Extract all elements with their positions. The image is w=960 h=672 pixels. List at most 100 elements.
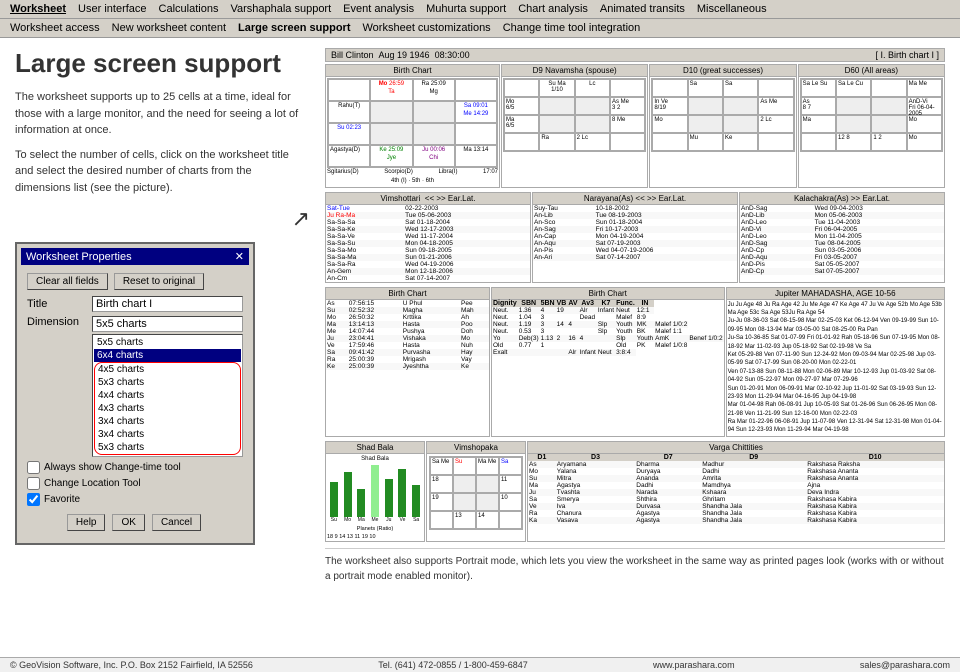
cell-r2c2-center bbox=[370, 101, 412, 123]
cell-r4c2: Ke 25:09Jye bbox=[370, 145, 412, 167]
clinton-name: Bill Clinton Aug 19 1946 08:30:00 bbox=[331, 50, 470, 60]
dasha-text: Ju Ju Age 48 Ju Ra Age 42 Ju Me Age 47 K… bbox=[727, 300, 944, 436]
sub-access[interactable]: Worksheet access bbox=[4, 21, 106, 35]
dimension-option-5x5[interactable]: 5x5 charts bbox=[94, 336, 241, 349]
d10-chart: D10 (great successes) Sa Sa In Ve8/19 As… bbox=[649, 64, 796, 188]
menu-misc[interactable]: Miscellaneous bbox=[691, 2, 773, 16]
sub-largescreen[interactable]: Large screen support bbox=[232, 21, 356, 35]
change-location-checkbox[interactable] bbox=[27, 477, 40, 490]
help-button[interactable]: Help bbox=[67, 514, 106, 531]
sub-changetime[interactable]: Change time tool integration bbox=[497, 21, 647, 35]
right-content: Bill Clinton Aug 19 1946 08:30:00 [ I. B… bbox=[325, 48, 945, 589]
ok-button[interactable]: OK bbox=[112, 514, 144, 531]
bar-sa: Sa bbox=[410, 485, 422, 523]
favorite-checkbox[interactable] bbox=[27, 493, 40, 506]
dimension-option-5x3b[interactable]: 5x3 charts bbox=[95, 441, 240, 454]
reset-button[interactable]: Reset to original bbox=[114, 273, 204, 290]
vimshopaka-chart: Vimshopaka Sa Me Su Ma Me Sa 18 11 19 bbox=[426, 441, 526, 542]
right-panel: Bill Clinton Aug 19 1946 08:30:00 [ I. B… bbox=[325, 48, 945, 589]
cell-r1c4 bbox=[455, 79, 497, 101]
menu-worksheet[interactable]: Worksheet bbox=[4, 2, 72, 16]
menu-muhurta[interactable]: Muhurta support bbox=[420, 2, 512, 16]
cell-r3c3-center bbox=[413, 123, 455, 145]
title-input[interactable]: Birth chart I bbox=[92, 296, 243, 312]
birth-chart-main: Birth Chart Mo 26:59Ta Ra 25:09Mg Rahu(T… bbox=[325, 64, 500, 188]
varga-chittities-table: Varga Chittities D1 D3 D7 D9 D10 As Arya… bbox=[527, 441, 945, 542]
description-text: The worksheet supports up to 25 cells at… bbox=[15, 89, 310, 196]
dimension-option-6x4[interactable]: 6x4 charts bbox=[94, 349, 241, 362]
footer: © GeoVision Software, Inc. P.O. Box 2152… bbox=[0, 657, 960, 672]
bar-ma: Ma bbox=[355, 489, 367, 523]
menu-chart[interactable]: Chart analysis bbox=[512, 2, 594, 16]
birth-chart-2: Birth Chart As07:56:15U PhulPee Su02:52:… bbox=[325, 287, 490, 437]
menu-calculations[interactable]: Calculations bbox=[153, 2, 225, 16]
cell-r1c3: Ra 25:09Mg bbox=[413, 79, 455, 101]
menu-event[interactable]: Event analysis bbox=[337, 2, 420, 16]
dimension-option-3x4b[interactable]: 3x4 charts bbox=[95, 428, 240, 441]
menu-userinterface[interactable]: User interface bbox=[72, 2, 152, 16]
bar-su-fill bbox=[330, 482, 338, 517]
dasha-section: Jupiter MAHADASHA, AGE 10-56 Ju Ju Age 4… bbox=[726, 287, 945, 437]
change-location-checkbox-row: Change Location Tool bbox=[27, 477, 243, 490]
bar-ju: Ju bbox=[383, 479, 395, 523]
d60-chart: D60 (All areas) Sa Le Su Sa Le Cu Ma Me … bbox=[798, 64, 945, 188]
cancel-button[interactable]: Cancel bbox=[152, 514, 201, 531]
sub-customizations[interactable]: Worksheet customizations bbox=[357, 21, 497, 35]
bar-me-fill bbox=[371, 465, 379, 517]
worksheet-properties-dialog: Worksheet Properties ✕ Clear all fields … bbox=[15, 242, 255, 545]
dimension-option-4x5[interactable]: 4x5 charts bbox=[95, 363, 240, 376]
clear-fields-button[interactable]: Clear all fields bbox=[27, 273, 108, 290]
footer-email: sales@parashara.com bbox=[860, 660, 950, 670]
kalachakra-section: Kalachakra(As) >> Ear.Lat. AnD-SagWed 09… bbox=[739, 192, 945, 283]
bar-ve: Ve bbox=[397, 469, 409, 523]
title-row: Title Birth chart I bbox=[27, 296, 243, 312]
cell-r4c3: Ju 00:06Chi bbox=[413, 145, 455, 167]
footer-phone: Tel. (641) 472-0855 / 1-800-459-6847 bbox=[378, 660, 528, 670]
birth-chart-3: Birth Chart DignitySBN5BNVBAVAv3K7Func.I… bbox=[491, 287, 725, 437]
cell-r4c1: Agastya(D) bbox=[328, 145, 370, 167]
vimshopaka-content: Sa Me Su Ma Me Sa 18 11 19 10 bbox=[427, 454, 525, 532]
dimension-option-3x4a[interactable]: 3x4 charts bbox=[95, 415, 240, 428]
top-charts-row: Birth Chart Mo 26:59Ta Ra 25:09Mg Rahu(T… bbox=[325, 64, 945, 188]
chart-label: [ I. Birth chart I ] bbox=[875, 50, 939, 60]
bar-su: Su bbox=[328, 482, 340, 523]
portrait-note: The worksheet also supports Portrait mod… bbox=[325, 548, 945, 589]
bar-ma-fill bbox=[357, 489, 365, 517]
bar-mo-fill bbox=[344, 472, 352, 517]
cell-r4c4: Ma 13:14 bbox=[455, 145, 497, 167]
always-show-checkbox-row: Always show Change-time tool bbox=[27, 461, 243, 474]
footer-website: www.parashara.com bbox=[653, 660, 735, 670]
bottom-row: Shad Bala Shad Bala Su Mo M bbox=[325, 441, 945, 542]
dimension-list[interactable]: 5x5 charts 6x4 charts 4x5 charts 5x3 cha… bbox=[92, 334, 243, 457]
menu-varsha[interactable]: Varshaphala support bbox=[224, 2, 337, 16]
footer-copyright: © GeoVision Software, Inc. P.O. Box 2152… bbox=[10, 660, 253, 670]
dimension-option-4x3[interactable]: 4x3 charts bbox=[95, 402, 240, 415]
dialog-title-bar: Worksheet Properties ✕ bbox=[21, 248, 249, 265]
favorite-checkbox-row: Favorite bbox=[27, 493, 243, 506]
dimension-current[interactable]: 5x5 charts bbox=[92, 316, 243, 332]
menu-animated[interactable]: Animated transits bbox=[594, 2, 691, 16]
bar-ve-fill bbox=[398, 469, 406, 517]
left-panel: Large screen support The worksheet suppo… bbox=[15, 48, 310, 589]
shad-bala-chart: Shad Bala Shad Bala Su Mo M bbox=[325, 441, 425, 542]
cell-r2c1: Rahu(T) bbox=[328, 101, 370, 123]
bar-me: Me bbox=[369, 465, 381, 523]
narayana-section: Narayana(As) << >> Ear.Lat. Suy-Tau10-18… bbox=[532, 192, 738, 283]
bar-mo: Mo bbox=[342, 472, 354, 523]
cell-r2c3-center bbox=[413, 101, 455, 123]
top-menu-bar: Worksheet User interface Calculations Va… bbox=[0, 0, 960, 19]
dasha-row: Vimshottari << >> Ear.Lat. Sat-Tue02-22-… bbox=[325, 192, 945, 283]
dimension-option-5x3[interactable]: 5x3 charts bbox=[95, 376, 240, 389]
cell-r1c2: Mo 26:59Ta bbox=[370, 79, 412, 101]
arrow-annotation: ↗ bbox=[15, 206, 310, 232]
page-title: Large screen support bbox=[15, 48, 310, 79]
dialog-body: Clear all fields Reset to original Title… bbox=[21, 265, 249, 539]
bar-ju-fill bbox=[385, 479, 393, 517]
d9-chart: D9 Navamsha (spouse) Su Ma1/10 Lc Mo6/5 … bbox=[501, 64, 648, 188]
sub-newcontent[interactable]: New worksheet content bbox=[106, 21, 232, 35]
cell-r3c2-center bbox=[370, 123, 412, 145]
main-content: Large screen support The worksheet suppo… bbox=[0, 38, 960, 599]
always-show-checkbox[interactable] bbox=[27, 461, 40, 474]
dimension-option-4x4[interactable]: 4x4 charts bbox=[95, 389, 240, 402]
close-icon[interactable]: ✕ bbox=[235, 250, 244, 263]
